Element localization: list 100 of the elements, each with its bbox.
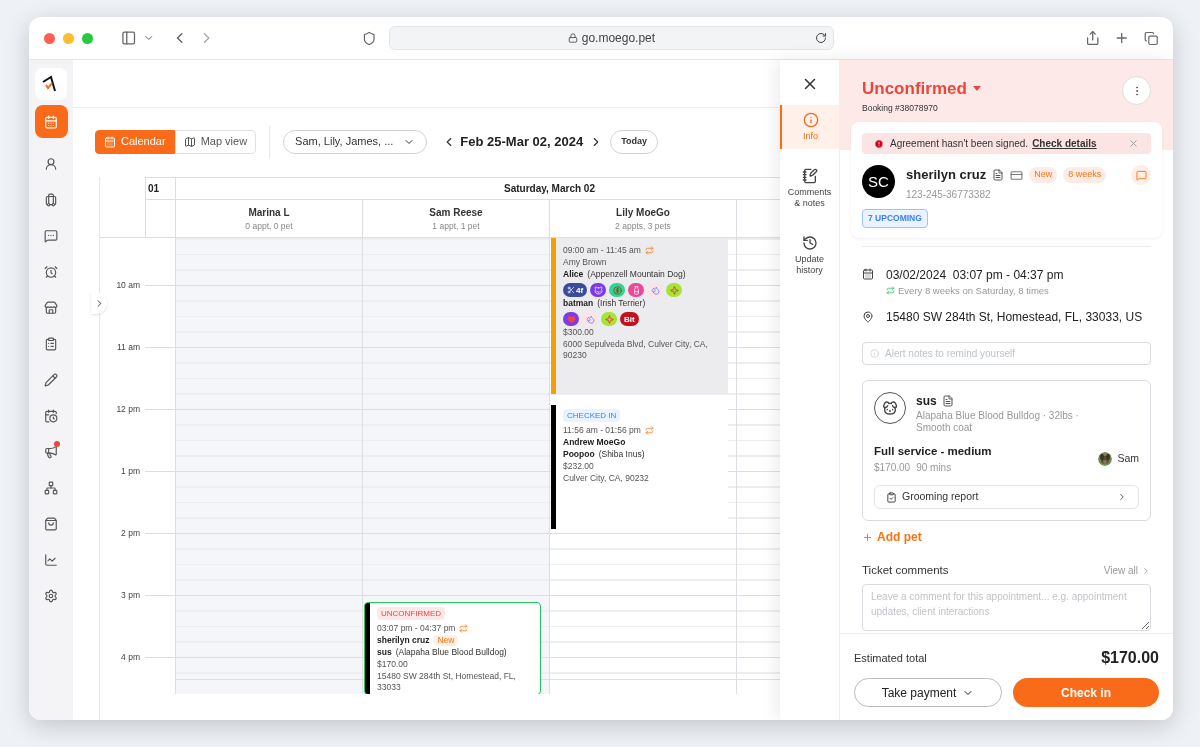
day-header: Saturday, March 02 (504, 182, 595, 196)
alert-notes-field[interactable]: Alert notes to remind yourself (862, 341, 1151, 365)
appointment-card[interactable]: 09:00 am - 11:45 am Amy Brown Alice (Appenzell Mountain Dog) 4f batman (Irish Terrier) Bit $300.00 6000 Sepulveda Blvd, Culver City, CA, 90230 (551, 238, 728, 394)
week-number: 01 (148, 182, 160, 196)
booking-number: Booking #38078970 (862, 101, 939, 115)
hour-label: 2 pm (120, 526, 140, 540)
appointment-address: 15480 SW 284th St, Homestead, FL, 33033 (377, 671, 517, 694)
info-icon (870, 348, 879, 358)
comment-field[interactable]: Leave a comment for this appointment... e.g. appointment updates, client interactions (862, 584, 1151, 632)
calendar-column[interactable]: UNCONFIRMED 03:07 pm - 04:37 pm sherilyn cruz New sus (Alapaha Blue Blood Bulldog) $170.00 15480 SW 284th St, Homestead, FL, 33033 (362, 238, 549, 694)
chevron-right-icon (1141, 565, 1151, 576)
tabs-overview-icon[interactable] (1143, 30, 1159, 46)
plus-icon (862, 531, 873, 543)
alert-text: Agreement hasn't been signed. (890, 137, 1029, 152)
service-price: $170.00 (874, 461, 911, 475)
client-tag: 8 weeks (1063, 167, 1107, 183)
pet-name: batman (563, 298, 594, 309)
appointment-price: $300.00 (563, 327, 595, 338)
grooming-report-button[interactable]: Grooming report (874, 485, 1139, 509)
clipboard-icon (44, 336, 58, 351)
scissors-icon (567, 286, 575, 294)
staff-summary: 2 appts, 3 pets (615, 219, 671, 233)
hour-label: 10 am (115, 278, 140, 292)
card-icon[interactable] (1010, 168, 1024, 182)
network-icon (44, 480, 58, 495)
map-icon (183, 135, 196, 148)
hour-label: 3 pm (120, 588, 140, 602)
appointment-card[interactable]: CHECKED IN 11:56 am - 01:56 pm Andrew MoeGo Poopoo (Shiba Inus) $232.00 Culver City, CA, 90232 (551, 404, 728, 529)
note-icon[interactable] (941, 394, 954, 407)
drawer-tab[interactable]: Update history (780, 228, 839, 283)
pet-name: Poopoo (563, 448, 595, 460)
hour-label: 12 pm (115, 402, 140, 416)
staff-name: Marina L (248, 205, 290, 220)
appointment-price: $232.00 (563, 460, 595, 472)
appointment-time: 11:56 am - 01:56 pm (563, 424, 641, 436)
appointment-address[interactable]: 15480 SW 284th St, Homestead, FL, 33033, US (886, 307, 1143, 326)
appointment-time: 09:00 am - 11:45 am (563, 245, 641, 256)
share-icon[interactable] (1084, 30, 1101, 46)
pet-details: Alapaha Blue Blood Bulldog · 32lbs · Smooth coat (916, 409, 1080, 434)
pet-breed: (Alapaha Blue Blood Bulldog) (395, 647, 507, 659)
drawer-tab[interactable]: Comments & notes (780, 161, 839, 216)
repeat-icon (886, 286, 895, 296)
tag-chip: 4f (563, 283, 588, 297)
megaphone-icon (44, 444, 58, 459)
caret-icon[interactable] (972, 86, 981, 92)
calendar-icon (44, 114, 58, 129)
appointment-time: 03:07 pm - 04:37 pm (377, 623, 456, 635)
appointment-address: 6000 Sepulveda Blvd, Culver City, CA, 90230 (563, 339, 709, 361)
dog-icon (882, 399, 898, 416)
check-details-link[interactable]: Check details (1032, 136, 1097, 152)
client-name[interactable]: sherilyn cruz (906, 165, 987, 185)
calendar-icon (104, 135, 116, 148)
settings-icon (44, 588, 58, 603)
client-name: sherilyn cruz (377, 635, 430, 647)
total-amount: $170.00 (1101, 648, 1159, 668)
service-name: Full service - medium (874, 443, 992, 459)
client-phone: 123-245-36773382 (906, 187, 992, 202)
pet-name: sus (377, 647, 392, 659)
calendar-clock-icon (44, 408, 58, 423)
info-icon (802, 112, 819, 128)
notebook-pen-icon (801, 168, 818, 184)
address-bar[interactable]: go.moego.pet (389, 26, 834, 50)
appointment-date[interactable]: 03/02/2024 03:07 pm - 04:37 pm (886, 265, 1064, 284)
expand-handle[interactable] (91, 292, 107, 314)
line-chart-icon (44, 552, 58, 567)
sidebar-toggle-icon[interactable] (121, 30, 137, 46)
recurrence-text: Every 8 weeks on Saturday, 8 times (898, 283, 1049, 298)
staff-name: Sam (1117, 451, 1139, 466)
nav-item[interactable] (34, 105, 68, 138)
view-tab[interactable]: Map view (174, 129, 257, 154)
chat-icon (44, 228, 58, 243)
total-label: Estimated total (854, 650, 927, 666)
pencil-icon (44, 372, 58, 387)
appointment-address: Culver City, CA, 90232 (563, 472, 650, 484)
client-avatar: SC (862, 165, 895, 199)
client-tag: New (1029, 167, 1058, 183)
history-icon (801, 235, 818, 251)
note-icon[interactable] (992, 169, 1005, 181)
user-icon (44, 156, 58, 171)
new-tag: New (433, 635, 459, 647)
shopping-bag-icon (44, 516, 58, 531)
pet-breed: (Irish Terrier) (597, 298, 646, 309)
staff-summary: 0 appt, 0 pet (245, 219, 293, 233)
appointment-card[interactable]: UNCONFIRMED 03:07 pm - 04:37 pm sherilyn cruz New sus (Alapaha Blue Blood Bulldog) $170.00 15480 SW 284th St, Homestead, FL, 33033 (364, 602, 541, 694)
close-window-button[interactable] (44, 32, 55, 44)
location-icon (862, 310, 874, 323)
status-badge: UNCONFIRMED (377, 607, 445, 621)
appointment-price: $170.00 (377, 659, 409, 671)
alarm-clock-icon (44, 264, 58, 279)
message-icon (1135, 169, 1147, 181)
chevron-right-icon (1117, 492, 1127, 502)
hour-label: 1 pm (120, 464, 140, 478)
pet-name: sus (916, 392, 937, 410)
pet-breed: (Shiba Inus) (598, 448, 645, 460)
tag-chip: Bit (620, 312, 639, 326)
staff-name: Lily MoeGo (616, 205, 670, 220)
reload-icon[interactable] (814, 32, 827, 44)
new-tab-icon[interactable] (1114, 30, 1130, 46)
shield-icon[interactable] (361, 30, 377, 46)
logo-icon[interactable] (35, 68, 67, 100)
